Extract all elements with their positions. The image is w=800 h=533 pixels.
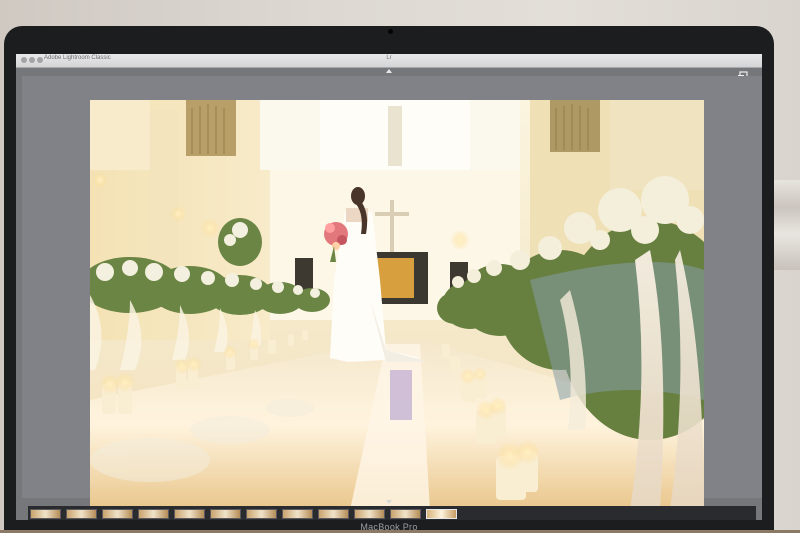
photo-image[interactable] [90, 100, 704, 510]
loupe-view [22, 76, 762, 510]
panel-toggle-down-icon[interactable] [386, 500, 392, 504]
filmstrip-thumbnail[interactable] [210, 509, 241, 519]
filmstrip-thumbnail[interactable] [30, 509, 61, 519]
filmstrip-thumbnail[interactable] [318, 509, 349, 519]
filmstrip-thumbnail[interactable] [138, 509, 169, 519]
filmstrip-thumbnail[interactable] [174, 509, 205, 519]
filmstrip-thumbnail-selected[interactable] [426, 509, 457, 519]
filmstrip [28, 506, 756, 520]
filmstrip-thumbnail[interactable] [354, 509, 385, 519]
title-bar: Adobe Lightroom Classic Lr [16, 54, 762, 68]
window-title: Lr [386, 55, 392, 61]
filmstrip-thumbnail[interactable] [282, 509, 313, 519]
panel-toggle-up-icon[interactable] [386, 69, 392, 73]
filmstrip-thumbnail[interactable] [246, 509, 277, 519]
laptop-bezel: Adobe Lightroom Classic Lr [4, 26, 774, 533]
filmstrip-thumbnail[interactable] [102, 509, 133, 519]
screen: Adobe Lightroom Classic Lr [16, 54, 762, 520]
camera [388, 29, 393, 34]
filmstrip-thumbnail[interactable] [390, 509, 421, 519]
filmstrip-thumbnail[interactable] [66, 509, 97, 519]
